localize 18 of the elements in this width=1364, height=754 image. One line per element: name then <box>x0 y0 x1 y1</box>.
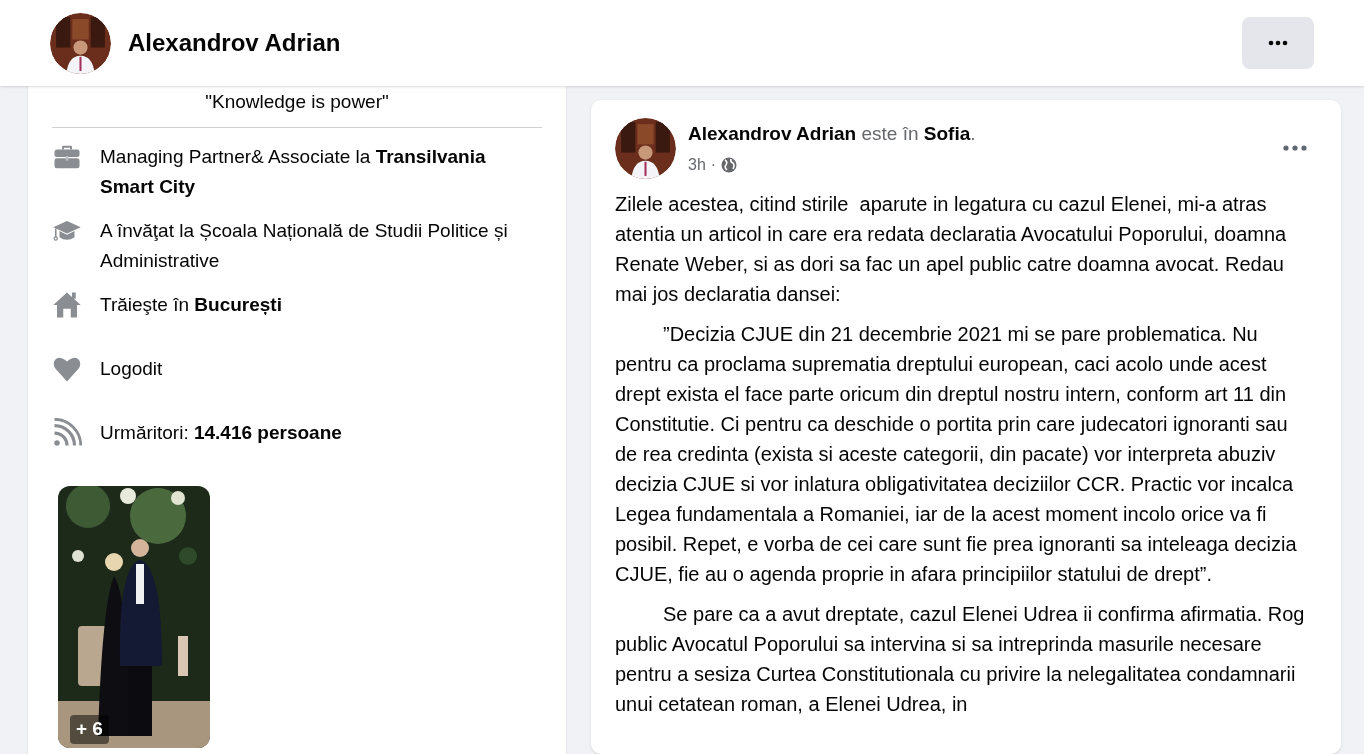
globe-icon[interactable] <box>721 156 738 173</box>
intro-detail: A învăţat la Școala Națională de Studii Politice și Administrative <box>100 218 509 273</box>
post-paragraph: Zilele acestea, citind stirile aparute in legatura cu cazul Elenei, mi-a atras atentia un articol in care era redata declaratia Avocatului Poporului, doamna Renate Weber, si as dori sa fac un apel public catre doamna avocat. Redau mai jos declaratia dansei: <box>615 192 1288 307</box>
more-icon <box>1268 40 1288 46</box>
bio-quote: "Knowledge is power" <box>204 90 390 114</box>
intro-detail: Managing Partner& Associate la Transilvania Smart City <box>100 144 487 199</box>
intro-detail: Urmăritori: 14.416 persoane <box>100 420 342 445</box>
post-paragraph: Se pare ca a avut dreptate, cazul Elenei Udrea ii confirma afirmatia. Rog public Avocatul Poporului sa intervina si sa intreprinda masurile necesare pentru a sesiza Curtea Constitutionala cu privire la nelegalitatea condamnarii unui cetatean roman, a Elenei Udrea, in <box>615 602 1305 717</box>
post-time[interactable]: 3h <box>688 152 706 177</box>
more-photos-count: + 6 <box>70 715 109 744</box>
post-paragraph: ”Decizia CJUE din 21 decembrie 2021 mi se pare problematica. Nu pentru ca proclama suprematia dreptului european, caci acolo unde acest drept exista el face parte oricum din dreptul nostru intern, conform art 11 din Constitutie. Ci pentru ca deschide o portita prin care judecatori ignoranti sau de rea credinta (exista si aceste categorii, din pacate) vor interpreta abuziv decizia CJUE si vor inlatura obligativitatea deciziilor CCR. Practic vor incalca Legea fundamentala a Romaniei, iar de la acest moment incolo orice va fi posibil. Repet, e vorba de cei care sunt fie prea ignoranti sa inteleaga decizia CJUE, fie au o agenda proprie in afara principiilor statului de drept”. <box>615 322 1298 587</box>
separator: · <box>710 154 717 175</box>
more-icon <box>1283 145 1307 151</box>
intro-detail: Logodit <box>100 356 163 381</box>
post-heading: Alexandrov Adrian este în Sofia. <box>688 122 976 146</box>
profile-name: Alexandrov Adrian <box>128 28 341 58</box>
rss-icon <box>52 417 82 448</box>
intro-detail: Trăieşte în București <box>100 292 282 317</box>
